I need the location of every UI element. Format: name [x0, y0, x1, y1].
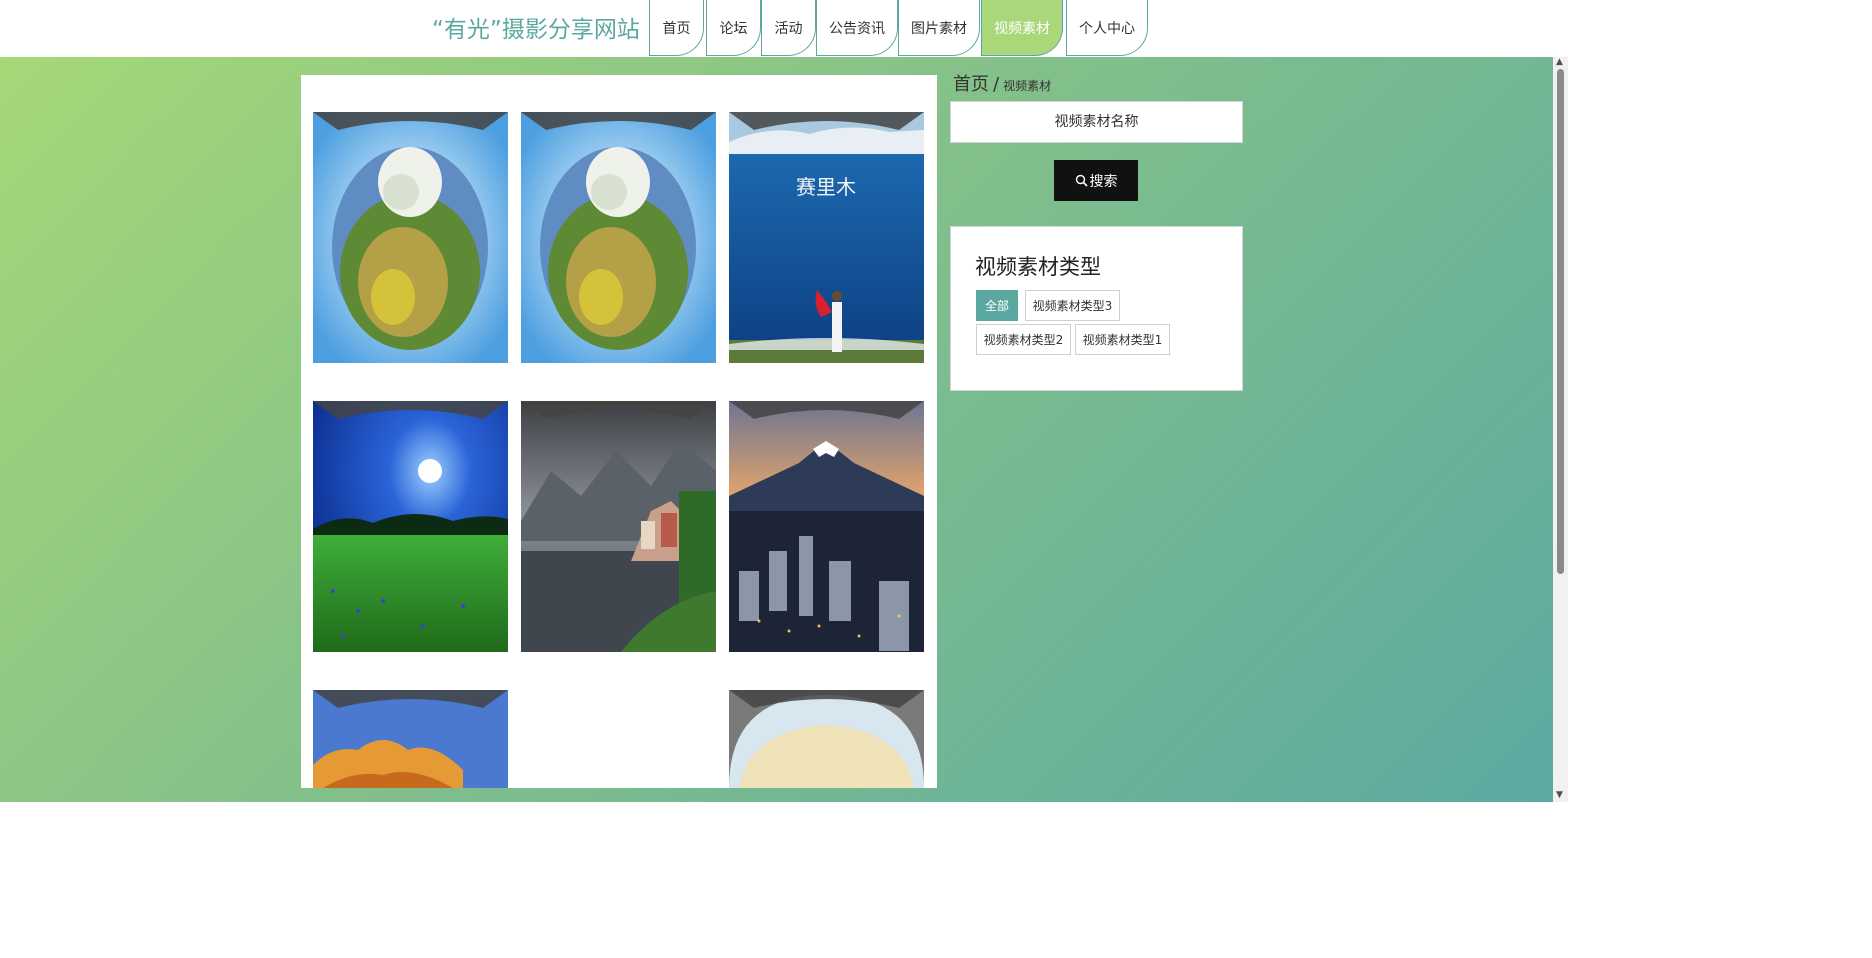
breadcrumb-home[interactable]: 首页	[953, 74, 989, 95]
search-button-label: 搜索	[1089, 173, 1118, 190]
scrollbar-thumb[interactable]	[1557, 69, 1564, 574]
search-button[interactable]: 搜索	[1054, 160, 1138, 201]
search-input[interactable]	[950, 101, 1243, 143]
watermark-text: 赛里木	[796, 175, 856, 199]
video-thumbnail[interactable]	[521, 112, 716, 363]
page-scrollbar[interactable]: ▲ ▼	[1553, 57, 1568, 802]
scroll-up-arrow-icon[interactable]: ▲	[1556, 58, 1563, 67]
tab-personal-center[interactable]: 个人中心	[1066, 0, 1148, 56]
tab-video-materials[interactable]: 视频素材	[981, 0, 1063, 56]
tab-forum[interactable]: 论坛	[706, 0, 761, 56]
tab-announcements[interactable]: 公告资讯	[816, 0, 898, 56]
scroll-down-arrow-icon[interactable]: ▼	[1556, 791, 1563, 800]
video-thumbnail[interactable]	[729, 690, 924, 788]
type-tag-all[interactable]: 全部	[976, 290, 1018, 321]
type-tag-3[interactable]: 视频素材类型3	[1025, 290, 1120, 321]
tab-home[interactable]: 首页	[649, 0, 704, 56]
video-thumbnail-empty	[521, 690, 716, 788]
tab-activity[interactable]: 活动	[761, 0, 816, 56]
video-thumbnail[interactable]	[521, 401, 716, 652]
type-panel-title: 视频素材类型	[975, 255, 1101, 279]
search-icon	[1075, 174, 1088, 187]
video-thumbnail[interactable]	[729, 401, 924, 652]
video-type-panel: 视频素材类型 全部 视频素材类型3 视频素材类型2 视频素材类型1	[950, 226, 1243, 391]
video-thumbnail[interactable]	[313, 690, 508, 788]
svg-text:赛里木: 赛里木	[796, 175, 856, 199]
top-header: “有光”摄影分享网站 首页 论坛 活动 公告资讯 图片素材 视频素材 个人中心	[0, 0, 1568, 57]
video-thumbnail[interactable]: 赛里木	[729, 112, 924, 363]
type-tag-1[interactable]: 视频素材类型1	[1075, 324, 1170, 355]
breadcrumb-current: 视频素材	[1003, 79, 1052, 93]
tab-image-materials[interactable]: 图片素材	[898, 0, 980, 56]
video-thumbnail[interactable]	[313, 401, 508, 652]
type-tag-2[interactable]: 视频素材类型2	[976, 324, 1071, 355]
breadcrumb-separator: /	[993, 74, 1000, 95]
video-gallery: 赛里木	[301, 75, 937, 788]
site-title[interactable]: “有光”摄影分享网站	[432, 10, 640, 44]
breadcrumb: 首页 / 视频素材	[953, 70, 1051, 96]
video-thumbnail[interactable]	[313, 112, 508, 363]
